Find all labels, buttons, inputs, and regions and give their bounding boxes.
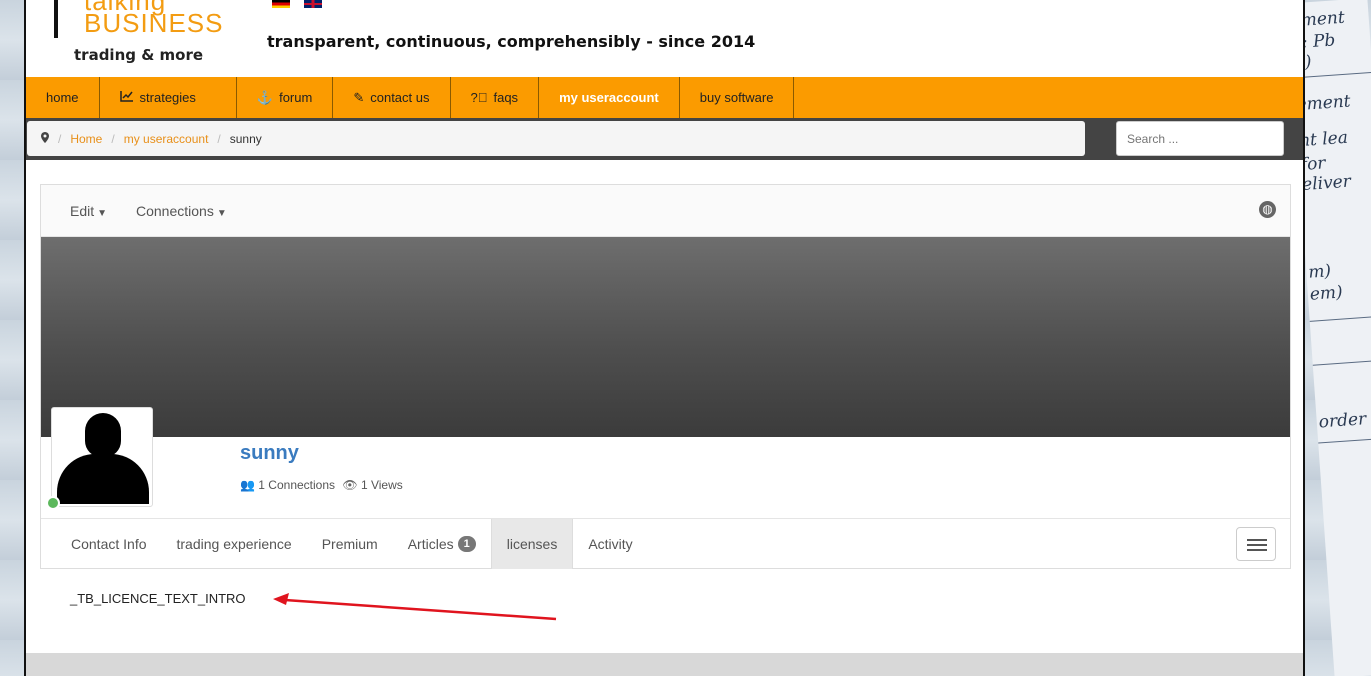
nav-item-faqs[interactable]: ?⃝ faqs [451,77,540,118]
nav-label: strategies [139,90,196,105]
nav-label: forum [279,90,313,105]
nav-label: faqs [493,90,519,105]
licence-intro-text: _TB_LICENCE_TEXT_INTRO [70,591,246,606]
tab-articles-label: Articles [407,536,454,552]
views-count: 1 Views [360,478,403,492]
profile-tabs: Contact Info trading experience Premium … [41,518,1290,569]
nav-item-contact-us[interactable]: ✎ contact us [333,77,451,118]
breadcrumb-current: sunny [229,131,262,146]
nav-label: my useraccount [559,90,659,105]
connections-dropdown-button[interactable]: Connections ▼ [136,203,227,219]
avatar[interactable] [51,407,153,507]
connections-label: Connections [136,203,214,219]
background-document-image: ement y: Pb L) ement nt lea for eliver m… [1305,0,1371,676]
question-circle-icon: ?⃝ [470,90,488,105]
tab-articles[interactable]: Articles 1 [393,519,491,569]
tab-premium[interactable]: Premium [307,519,393,569]
profile-toolbar: Edit ▼ Connections ▼ ◍ [41,185,1290,237]
chart-line-icon [119,90,134,105]
avatar-silhouette-body [57,454,149,504]
site-header: talking BUSINESS trading & more transpar… [26,0,1303,77]
page: talking BUSINESS trading & more transpar… [24,0,1305,676]
tab-contact-info[interactable]: Contact Info [56,519,162,569]
nav-item-forum[interactable]: ⚓ forum [237,77,334,118]
hamburger-line [1247,539,1267,541]
logo-bar [54,0,58,38]
nav-label: home [46,90,79,105]
breadcrumb: / Home / my useraccount / sunny [27,121,1085,156]
nav-item-my-useraccount[interactable]: my useraccount [539,77,680,118]
logo-subtitle: trading & more [74,46,204,64]
uk-flag-icon[interactable] [304,0,322,8]
nav-label: contact us [370,90,430,105]
hamburger-menu-button[interactable] [1236,527,1276,561]
nav-item-home[interactable]: home [26,77,100,118]
globe-icon[interactable]: ◍ [1259,201,1276,218]
online-status-indicator [46,496,60,510]
caret-down-icon: ▼ [216,208,227,219]
hamburger-line [1247,549,1267,551]
right-background: ement y: Pb L) ement nt lea for eliver m… [1305,0,1371,676]
avatar-silhouette-head [85,413,121,457]
breadcrumb-separator: / [111,131,115,146]
german-flag-icon[interactable] [272,0,290,8]
annotation-arrow [273,593,557,621]
nav-item-strategies[interactable]: strategies [100,77,237,118]
profile-panel: Edit ▼ Connections ▼ ◍ sunny 👥 1 Connectio… [40,184,1291,569]
breadcrumb-separator: / [217,131,221,146]
edit-dropdown-button[interactable]: Edit ▼ [70,203,107,219]
tab-trading-experience[interactable]: trading experience [162,519,307,569]
edit-icon: ✎ [353,89,365,105]
breadcrumb-separator: / [58,131,62,146]
main-nav: home strategies ⚓ forum ✎ contact us ?⃝ … [26,77,1303,118]
map-marker-icon [41,131,49,146]
tagline: transparent, continuous, comprehensibly … [267,32,756,51]
breadcrumb-section-link[interactable]: my useraccount [124,132,209,146]
profile-cover-image [41,237,1290,437]
tab-activity[interactable]: Activity [573,519,647,569]
left-background [0,0,24,676]
anchor-icon: ⚓ [256,89,274,105]
logo-main-text[interactable]: BUSINESS [84,8,224,39]
profile-stats: 👥 1 Connections 👁 1 Views [240,478,403,492]
edit-label: Edit [70,203,95,219]
articles-count-badge: 1 [457,536,476,552]
nav-item-buy-software[interactable]: buy software [680,77,795,118]
hamburger-line [1247,544,1267,546]
connections-count[interactable]: 1 Connections [258,478,335,492]
breadcrumb-home-link[interactable]: Home [70,132,102,146]
caret-down-icon: ▼ [97,208,108,219]
breadcrumb-bar: / Home / my useraccount / sunny [26,118,1303,160]
tab-licenses[interactable]: licenses [490,519,574,569]
profile-username[interactable]: sunny [240,442,299,465]
users-icon: 👥 [240,478,255,492]
search-input[interactable] [1116,121,1284,156]
eye-icon: 👁 [342,478,358,492]
nav-label: buy software [699,90,774,105]
footer-strip [26,653,1303,676]
